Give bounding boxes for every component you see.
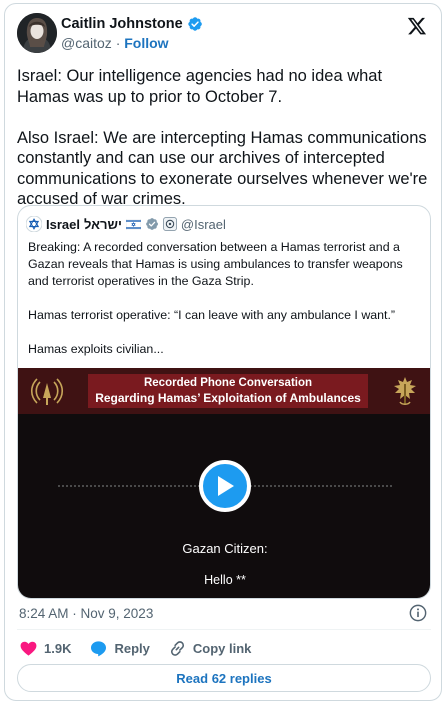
info-icon[interactable] [409, 604, 427, 622]
action-bar: 1.9K Reply Copy link [19, 639, 269, 658]
israel-flag-icon [125, 218, 141, 230]
video-player[interactable]: Recorded Phone Conversation Regarding Ha… [18, 368, 430, 598]
idf-emblem-icon [394, 377, 416, 405]
read-replies-button[interactable]: Read 62 replies [17, 664, 431, 692]
reply-label: Reply [114, 641, 150, 656]
copy-link-label: Copy link [192, 641, 252, 656]
author-display-name[interactable]: Caitlin Johnstone [61, 16, 183, 32]
banner-line-1: Recorded Phone Conversation [143, 377, 313, 389]
copy-link-button[interactable]: Copy link [168, 639, 252, 658]
x-logo-icon[interactable] [407, 16, 427, 36]
author-avatar[interactable] [17, 13, 57, 53]
quoted-text: Breaking: A recorded conversation betwee… [28, 240, 403, 356]
quoted-name[interactable]: Israel [46, 217, 80, 232]
heart-icon [20, 641, 37, 656]
reply-button[interactable]: Reply [89, 639, 150, 658]
tweet-text: Israel: Our intelligence agencies had no… [17, 67, 428, 208]
author-name-row: Caitlin Johnstone [61, 16, 203, 32]
quoted-header: Israel ישראל @Israel [26, 216, 226, 232]
quoted-handle: @Israel [180, 216, 226, 232]
gov-badge-icon [162, 217, 177, 231]
tweet-timestamp[interactable]: 8:24 AM · Nov 9, 2023 [19, 606, 153, 621]
like-button[interactable]: 1.9K [19, 639, 71, 658]
radio-icon [30, 378, 64, 405]
caption-speaker: Gazan Citizen: [182, 541, 268, 556]
gray-verified-badge-icon [146, 218, 158, 230]
play-icon [218, 476, 234, 496]
link-icon [170, 641, 184, 656]
author-handle-row: @caitoz · Follow [61, 35, 169, 51]
banner-line-2: Regarding Hamas’ Exploitation of Ambulan… [95, 391, 361, 405]
caption-text: Hello ** [204, 573, 246, 587]
verified-badge-icon [187, 17, 202, 31]
quoted-tweet[interactable]: Israel ישראל @Israel Breaking: A recorde… [17, 205, 431, 599]
follow-button[interactable]: Follow [124, 35, 168, 51]
banner-title-box: Recorded Phone Conversation Regarding Ha… [88, 374, 368, 408]
author-handle[interactable]: @caitoz [61, 35, 112, 51]
play-button[interactable] [199, 460, 251, 512]
quoted-name-hebrew: ישראל [83, 216, 122, 232]
video-banner: Recorded Phone Conversation Regarding Ha… [18, 368, 430, 414]
israel-avatar-icon [26, 216, 42, 232]
handle-separator: · [115, 35, 121, 51]
divider [17, 629, 431, 630]
reply-icon [91, 641, 107, 657]
tweet-card: Caitlin Johnstone @caitoz · Follow Israe… [4, 3, 442, 701]
like-count: 1.9K [44, 641, 72, 656]
